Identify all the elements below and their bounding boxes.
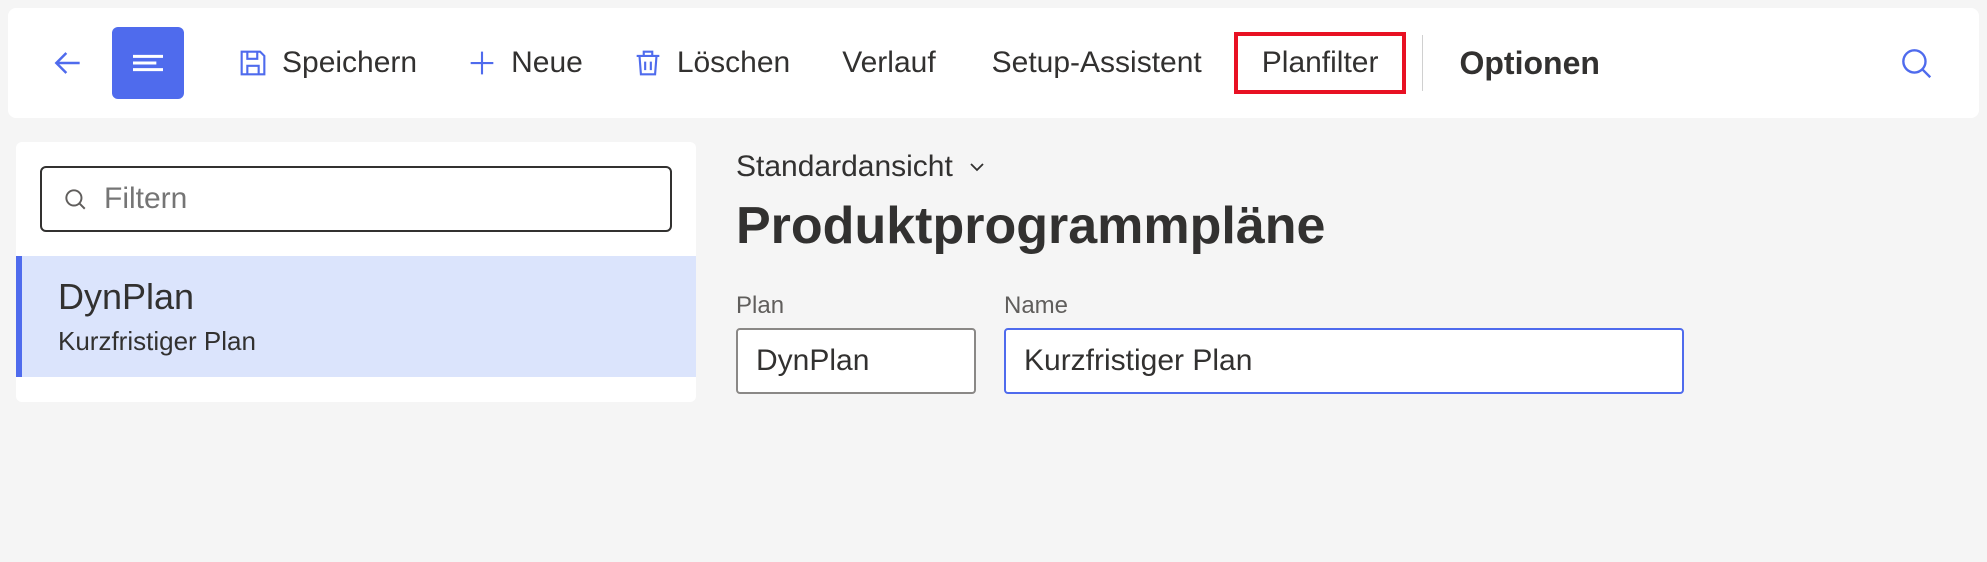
name-field: Name bbox=[1004, 292, 1684, 394]
toolbar: Speichern Neue Löschen Verlauf Setup-Ass… bbox=[8, 8, 1979, 118]
back-button[interactable] bbox=[32, 27, 104, 99]
search-icon bbox=[1897, 44, 1935, 82]
menu-button[interactable] bbox=[112, 27, 184, 99]
planfilter-button[interactable]: Planfilter bbox=[1234, 32, 1407, 94]
delete-button[interactable]: Löschen bbox=[611, 34, 810, 92]
setup-assistant-button[interactable]: Setup-Assistent bbox=[968, 34, 1226, 92]
plan-input[interactable] bbox=[736, 328, 976, 394]
arrow-left-icon bbox=[48, 43, 88, 83]
search-icon bbox=[62, 185, 88, 213]
filter-box[interactable] bbox=[40, 166, 672, 232]
delete-label: Löschen bbox=[677, 46, 790, 80]
search-button[interactable] bbox=[1877, 32, 1955, 94]
new-button[interactable]: Neue bbox=[445, 34, 603, 92]
content: DynPlan Kurzfristiger Plan Standardansic… bbox=[0, 126, 1987, 418]
save-label: Speichern bbox=[282, 46, 417, 80]
form-row: Plan Name bbox=[736, 292, 1971, 394]
sidebar: DynPlan Kurzfristiger Plan bbox=[16, 142, 696, 402]
name-label: Name bbox=[1004, 292, 1684, 320]
list-item-title: DynPlan bbox=[58, 276, 660, 318]
save-icon bbox=[236, 46, 270, 80]
list-item-subtitle: Kurzfristiger Plan bbox=[58, 326, 660, 357]
trash-icon bbox=[631, 46, 665, 80]
name-input[interactable] bbox=[1004, 328, 1684, 394]
new-label: Neue bbox=[511, 46, 583, 80]
save-button[interactable]: Speichern bbox=[216, 34, 437, 92]
main: Standardansicht Produktprogrammpläne Pla… bbox=[736, 142, 1971, 402]
plan-field: Plan bbox=[736, 292, 976, 394]
view-selector[interactable]: Standardansicht bbox=[736, 150, 1971, 184]
chevron-down-icon bbox=[965, 155, 989, 179]
divider bbox=[1422, 35, 1423, 91]
page-title: Produktprogrammpläne bbox=[736, 196, 1971, 256]
plus-icon bbox=[465, 46, 499, 80]
history-button[interactable]: Verlauf bbox=[818, 34, 959, 92]
options-button[interactable]: Optionen bbox=[1439, 45, 1619, 82]
list-item[interactable]: DynPlan Kurzfristiger Plan bbox=[16, 256, 696, 377]
view-selector-label: Standardansicht bbox=[736, 150, 953, 184]
plan-label: Plan bbox=[736, 292, 976, 320]
menu-icon bbox=[128, 43, 168, 83]
filter-input[interactable] bbox=[104, 182, 650, 216]
